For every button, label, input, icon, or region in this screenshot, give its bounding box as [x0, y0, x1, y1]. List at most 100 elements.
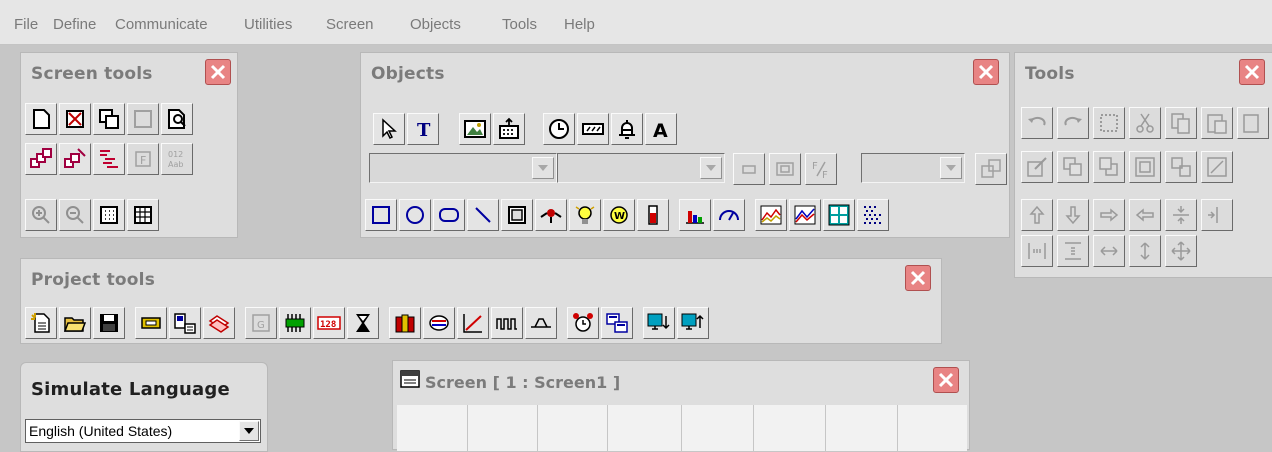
- download-to-hmi-icon[interactable]: [643, 307, 675, 339]
- close-icon[interactable]: [905, 265, 931, 291]
- pulse-train-icon[interactable]: [491, 307, 523, 339]
- menu-communicate[interactable]: Communicate: [115, 16, 208, 33]
- scatter-icon[interactable]: [857, 199, 889, 231]
- font-screen-icon: F: [127, 143, 159, 175]
- conveyor-icon[interactable]: [525, 307, 557, 339]
- screen-properties-icon[interactable]: [161, 103, 193, 135]
- save-icon[interactable]: [93, 307, 125, 339]
- close-icon[interactable]: [973, 59, 999, 85]
- center-vertical-icon[interactable]: [1165, 199, 1197, 231]
- alarm-bell-icon[interactable]: [611, 113, 643, 145]
- date-display-icon[interactable]: [577, 113, 609, 145]
- meter-icon[interactable]: [713, 199, 745, 231]
- recipe-book-icon[interactable]: [389, 307, 421, 339]
- font-size-combo[interactable]: [861, 153, 965, 183]
- paste-icon[interactable]: [1201, 107, 1233, 139]
- redo-icon[interactable]: [1057, 107, 1089, 139]
- hourglass-icon[interactable]: [347, 307, 379, 339]
- menu-utilities[interactable]: Utilities: [244, 16, 292, 33]
- chevron-down-icon[interactable]: [532, 157, 554, 179]
- menu-screen[interactable]: Screen: [326, 16, 374, 33]
- line-icon[interactable]: [467, 199, 499, 231]
- object-layer-combo[interactable]: [369, 153, 557, 183]
- same-height-icon[interactable]: [1129, 235, 1161, 267]
- button-object-icon[interactable]: [501, 199, 533, 231]
- menu-define[interactable]: Define: [53, 16, 96, 33]
- trend-icon[interactable]: [457, 307, 489, 339]
- copy-icon[interactable]: [1165, 107, 1197, 139]
- menu-help[interactable]: Help: [564, 16, 595, 33]
- copy-screen-icon[interactable]: [93, 103, 125, 135]
- window-switch-icon[interactable]: [601, 307, 633, 339]
- same-width-icon[interactable]: [1093, 235, 1125, 267]
- send-back-icon[interactable]: [1093, 151, 1125, 183]
- alarm-clock-icon[interactable]: [567, 307, 599, 339]
- menu-tools[interactable]: Tools: [502, 16, 537, 33]
- select-all-icon[interactable]: [1093, 107, 1125, 139]
- paste-special-icon[interactable]: [1237, 107, 1269, 139]
- align-left-icon[interactable]: [1129, 199, 1161, 231]
- bar-chart-icon[interactable]: [679, 199, 711, 231]
- undo-icon[interactable]: [1021, 107, 1053, 139]
- grid-dots-icon[interactable]: [93, 199, 125, 231]
- grid-lines-icon[interactable]: [127, 199, 159, 231]
- tile-screens-icon[interactable]: [93, 143, 125, 175]
- space-horizontal-icon[interactable]: [1021, 235, 1053, 267]
- font-icon[interactable]: A: [645, 113, 677, 145]
- language-select[interactable]: English (United States): [25, 419, 261, 443]
- xy-chart-icon[interactable]: [789, 199, 821, 231]
- cut-icon[interactable]: [1129, 107, 1161, 139]
- close-icon[interactable]: [1239, 59, 1265, 85]
- ungroup-icon[interactable]: [1165, 151, 1197, 183]
- tag-library-icon[interactable]: [203, 307, 235, 339]
- edit-properties-icon[interactable]: [1021, 151, 1053, 183]
- align-top-icon[interactable]: [1021, 199, 1053, 231]
- same-size-icon[interactable]: [1165, 235, 1197, 267]
- switch-icon[interactable]: [535, 199, 567, 231]
- open-folder-icon[interactable]: [59, 307, 91, 339]
- cascade-screens-icon[interactable]: [59, 143, 91, 175]
- data-table-icon[interactable]: [823, 199, 855, 231]
- data-transfer-icon[interactable]: [423, 307, 455, 339]
- delete-screen-icon[interactable]: [59, 103, 91, 135]
- group-icon[interactable]: [1129, 151, 1161, 183]
- close-icon[interactable]: [205, 59, 231, 85]
- close-icon[interactable]: [933, 367, 959, 393]
- align-right-icon[interactable]: [1093, 199, 1125, 231]
- edit-shape-icon[interactable]: [1201, 151, 1233, 183]
- zoom-in-icon[interactable]: [25, 199, 57, 231]
- text-tool-icon[interactable]: T: [407, 113, 439, 145]
- rounded-rect-icon[interactable]: [433, 199, 465, 231]
- bar-level-icon[interactable]: [637, 199, 669, 231]
- chevron-down-icon[interactable]: [940, 157, 962, 179]
- menu-file[interactable]: File: [14, 16, 38, 33]
- device-layout-icon[interactable]: [169, 307, 201, 339]
- lamp-icon[interactable]: [569, 199, 601, 231]
- clock-icon[interactable]: [543, 113, 575, 145]
- align-large-icon: [769, 153, 801, 185]
- bitmap-icon[interactable]: [459, 113, 491, 145]
- chevron-down-icon[interactable]: [239, 421, 259, 441]
- chevron-down-icon[interactable]: [700, 157, 722, 179]
- arrange-screens-icon[interactable]: [25, 143, 57, 175]
- keypad-icon[interactable]: [493, 113, 525, 145]
- selection-pointer-icon[interactable]: [373, 113, 405, 145]
- plc-connection-icon[interactable]: [279, 307, 311, 339]
- rectangle-icon[interactable]: [365, 199, 397, 231]
- menu-objects[interactable]: Objects: [410, 16, 461, 33]
- bring-front-icon[interactable]: [1057, 151, 1089, 183]
- screen-canvas[interactable]: [397, 405, 967, 451]
- new-screen-icon[interactable]: [25, 103, 57, 135]
- numeric-data-icon[interactable]: 128: [313, 307, 345, 339]
- upload-from-hmi-icon[interactable]: [677, 307, 709, 339]
- space-vertical-icon[interactable]: [1057, 235, 1089, 267]
- hmi-settings-icon[interactable]: [135, 307, 167, 339]
- align-bottom-icon[interactable]: [1057, 199, 1089, 231]
- zoom-out-icon[interactable]: [59, 199, 91, 231]
- center-horizontal-icon[interactable]: [1201, 199, 1233, 231]
- new-project-icon[interactable]: [25, 307, 57, 339]
- circle-icon[interactable]: [399, 199, 431, 231]
- trend-graph-icon[interactable]: [755, 199, 787, 231]
- object-style-combo[interactable]: [557, 153, 725, 183]
- watt-lamp-icon[interactable]: W: [603, 199, 635, 231]
